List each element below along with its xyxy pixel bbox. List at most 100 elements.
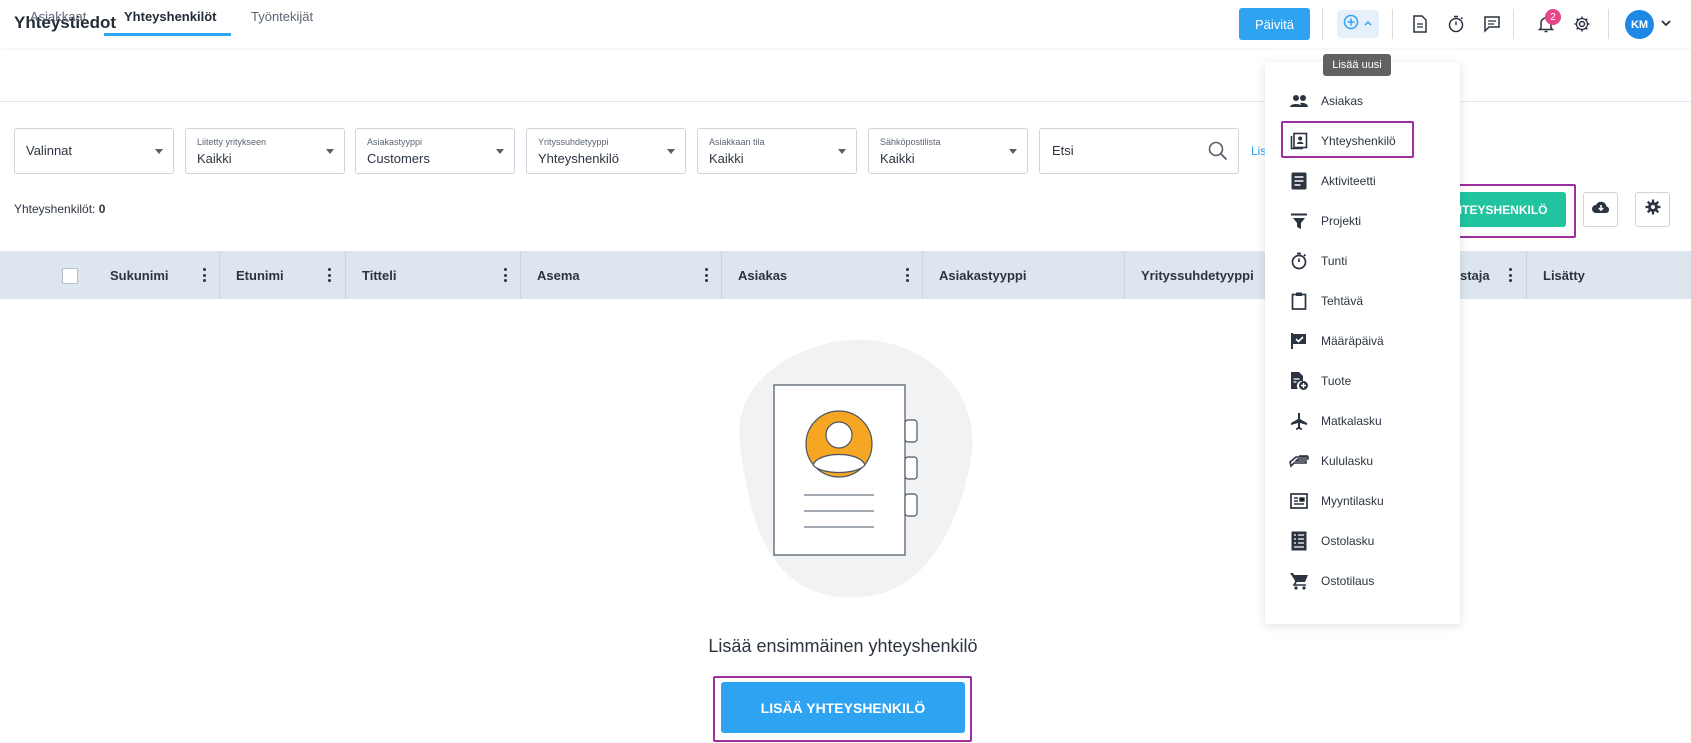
- customer-type-label: Asiakastyyppi: [367, 137, 423, 147]
- menu-item-label: Asiakas: [1321, 94, 1364, 108]
- export-button[interactable]: [1583, 192, 1618, 227]
- column-menu-icon[interactable]: [704, 268, 708, 282]
- flag-check-icon: [1289, 331, 1309, 351]
- caret-down-icon: [667, 149, 675, 154]
- caret-down-icon: [155, 149, 163, 154]
- relationship-type-label: Yrityssuhdetyyppi: [538, 137, 609, 147]
- relationship-type-select[interactable]: Yrityssuhdetyyppi Yhteyshenkilö: [526, 128, 686, 174]
- search-icon[interactable]: [1208, 141, 1228, 166]
- menu-item-label: Tehtävä: [1321, 294, 1364, 308]
- column-header[interactable]: Asiakas: [738, 251, 787, 299]
- column-menu-icon[interactable]: [1508, 268, 1512, 282]
- customer-status-select[interactable]: Asiakkaan tila Kaikki: [697, 128, 857, 174]
- column-menu-icon[interactable]: [202, 268, 206, 282]
- column-header[interactable]: Sukunimi: [110, 251, 169, 299]
- menu-item-activity[interactable]: Aktiviteetti: [1265, 161, 1460, 201]
- menu-item-label: Ostotilaus: [1321, 574, 1375, 588]
- hand-money-icon: [1289, 451, 1309, 471]
- menu-item-label: Tunti: [1321, 254, 1348, 268]
- column-header[interactable]: Yrityssuhdetyyppi: [1141, 251, 1254, 299]
- column-divider: [1124, 251, 1125, 299]
- cloud-download-icon: [1591, 199, 1611, 220]
- options-select[interactable]: Valinnat: [14, 128, 174, 174]
- column-divider: [345, 251, 346, 299]
- column-header[interactable]: Asema: [537, 251, 580, 299]
- menu-item-project[interactable]: Projekti: [1265, 201, 1460, 241]
- document-icon[interactable]: [1408, 12, 1432, 36]
- menu-item-purchase-invoice[interactable]: Ostolasku: [1265, 521, 1460, 561]
- caret-down-icon: [326, 149, 334, 154]
- count-label: Yhteyshenkilöt:: [14, 202, 96, 216]
- caret-down-icon: [1009, 149, 1017, 154]
- invoice-icon: [1289, 491, 1309, 511]
- menu-item-customer[interactable]: Asiakas: [1265, 81, 1460, 121]
- table-settings-button[interactable]: [1635, 192, 1670, 227]
- divider: [1392, 9, 1393, 39]
- document-lines-icon: [1289, 171, 1309, 191]
- menu-item-label: Ostolasku: [1321, 534, 1375, 548]
- empty-state-illustration: [700, 335, 980, 605]
- column-header[interactable]: Asiakastyyppi: [939, 251, 1026, 299]
- menu-item-deadline[interactable]: Määräpäivä: [1265, 321, 1460, 361]
- linked-company-select[interactable]: Liitetty yritykseen Kaikki: [185, 128, 345, 174]
- column-divider: [721, 251, 722, 299]
- menu-item-label: Myyntilasku: [1321, 494, 1384, 508]
- column-divider: [219, 251, 220, 299]
- customer-status-label: Asiakkaan tila: [709, 137, 765, 147]
- plus-circle-icon: [1343, 14, 1359, 35]
- divider: [1322, 9, 1323, 39]
- column-menu-icon[interactable]: [503, 268, 507, 282]
- menu-item-travel-expense[interactable]: Matkalasku: [1265, 401, 1460, 441]
- empty-state-message: Lisää ensimmäinen yhteyshenkilö: [0, 636, 1686, 657]
- menu-item-expense[interactable]: Kululasku: [1265, 441, 1460, 481]
- menu-item-label: Projekti: [1321, 214, 1362, 228]
- cart-icon: [1289, 571, 1309, 591]
- column-header[interactable]: Etunimi: [236, 251, 284, 299]
- search-input[interactable]: [1052, 143, 1202, 158]
- count-value: 0: [98, 202, 106, 216]
- menu-item-hour[interactable]: Tunti: [1265, 241, 1460, 281]
- search-field[interactable]: [1039, 128, 1239, 174]
- tab-employees[interactable]: Työntekijät: [251, 0, 313, 36]
- mailing-list-select[interactable]: Sähköpostilista Kaikki: [868, 128, 1028, 174]
- add-new-button[interactable]: [1337, 10, 1379, 38]
- gear-icon[interactable]: [1570, 12, 1594, 36]
- tab-contacts[interactable]: Yhteyshenkilöt: [104, 0, 231, 36]
- chevron-down-icon[interactable]: [1660, 16, 1672, 34]
- tab-customers[interactable]: Asiakkaat: [30, 0, 86, 36]
- gear-icon: [1644, 198, 1662, 221]
- column-menu-icon[interactable]: [327, 268, 331, 282]
- select-all-checkbox[interactable]: [62, 268, 78, 284]
- menu-item-task[interactable]: Tehtävä: [1265, 281, 1460, 321]
- column-header[interactable]: Titteli: [362, 251, 396, 299]
- menu-item-sales-invoice[interactable]: Myyntilasku: [1265, 481, 1460, 521]
- mailing-list-label: Sähköpostilista: [880, 137, 941, 147]
- user-avatar[interactable]: KM: [1625, 10, 1654, 39]
- column-header[interactable]: Lisätty: [1543, 251, 1585, 299]
- customer-type-select[interactable]: Asiakastyyppi Customers: [355, 128, 515, 174]
- stopwatch-icon[interactable]: [1444, 12, 1468, 36]
- menu-item-label: Määräpäivä: [1321, 334, 1384, 348]
- highlight-frame: [1281, 121, 1414, 158]
- column-header[interactable]: staja: [1460, 251, 1490, 299]
- column-divider: [520, 251, 521, 299]
- options-value: Valinnat: [26, 143, 73, 158]
- airplane-icon: [1289, 411, 1309, 431]
- column-menu-icon[interactable]: [905, 268, 909, 282]
- column-divider: [922, 251, 923, 299]
- menu-item-label: Matkalasku: [1321, 414, 1382, 428]
- relationship-type-value: Yhteyshenkilö: [538, 151, 619, 166]
- funnel-icon: [1289, 211, 1309, 231]
- menu-item-product[interactable]: Tuote: [1265, 361, 1460, 401]
- menu-item-purchase-order[interactable]: Ostotilaus: [1265, 561, 1460, 601]
- add-new-tooltip: Lisää uusi: [1323, 54, 1391, 76]
- product-add-icon: [1289, 371, 1309, 391]
- receipt-icon: [1289, 531, 1309, 551]
- people-icon: [1289, 91, 1309, 111]
- contacts-count: Yhteyshenkilöt: 0: [14, 202, 105, 216]
- clipboard-icon: [1289, 291, 1309, 311]
- divider: [1608, 9, 1609, 39]
- chat-icon[interactable]: [1480, 12, 1504, 36]
- chevron-up-icon: [1363, 15, 1373, 33]
- update-button[interactable]: Päivitä: [1239, 8, 1310, 40]
